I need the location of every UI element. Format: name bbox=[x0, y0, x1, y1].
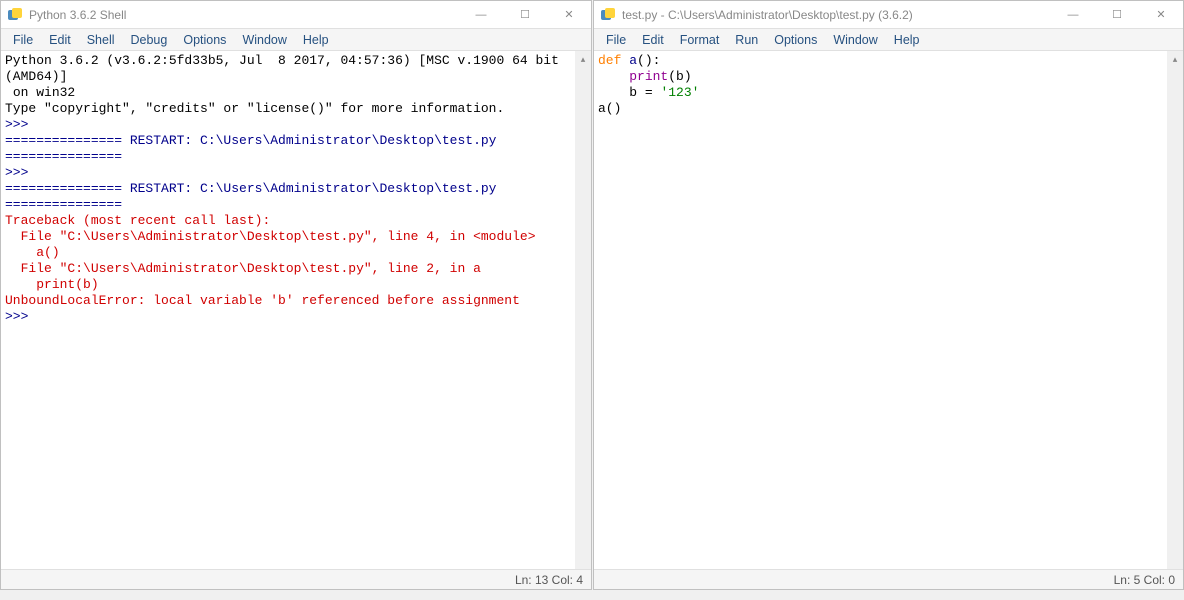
menu-item-format[interactable]: Format bbox=[672, 33, 728, 47]
shell-line: Type "copyright", "credits" or "license(… bbox=[5, 101, 587, 117]
menu-item-help[interactable]: Help bbox=[886, 33, 928, 47]
code-text: a() bbox=[598, 101, 621, 116]
menu-item-run[interactable]: Run bbox=[727, 33, 766, 47]
code-text: b = bbox=[598, 85, 660, 100]
python-shell-window: Python 3.6.2 Shell — ☐ ✕ FileEditShellDe… bbox=[0, 0, 592, 590]
menu-item-options[interactable]: Options bbox=[766, 33, 825, 47]
window-title: test.py - C:\Users\Administrator\Desktop… bbox=[622, 8, 1051, 22]
close-button[interactable]: ✕ bbox=[1139, 1, 1183, 29]
shell-line: UnboundLocalError: local variable 'b' re… bbox=[5, 293, 587, 309]
titlebar[interactable]: test.py - C:\Users\Administrator\Desktop… bbox=[594, 1, 1183, 29]
shell-content[interactable]: Python 3.6.2 (v3.6.2:5fd33b5, Jul 8 2017… bbox=[1, 51, 591, 569]
shell-line: Traceback (most recent call last): bbox=[5, 213, 587, 229]
menu-item-file[interactable]: File bbox=[598, 33, 634, 47]
shell-line: =============== RESTART: C:\Users\Admini… bbox=[5, 181, 587, 213]
string-literal: '123' bbox=[660, 85, 699, 100]
menu-item-help[interactable]: Help bbox=[295, 33, 337, 47]
editor-content[interactable]: def a(): print(b) b = '123' a() ▴ bbox=[594, 51, 1183, 569]
shell-line: =============== RESTART: C:\Users\Admini… bbox=[5, 133, 587, 165]
scrollbar-vertical[interactable]: ▴ bbox=[1167, 51, 1183, 569]
window-title: Python 3.6.2 Shell bbox=[29, 8, 459, 22]
builtin-print: print bbox=[629, 69, 668, 84]
keyword-def: def bbox=[598, 53, 621, 68]
menu-item-shell[interactable]: Shell bbox=[79, 33, 123, 47]
shell-line: >>> bbox=[5, 309, 587, 325]
close-button[interactable]: ✕ bbox=[547, 1, 591, 29]
menu-item-file[interactable]: File bbox=[5, 33, 41, 47]
shell-line: File "C:\Users\Administrator\Desktop\tes… bbox=[5, 229, 587, 245]
menu-item-edit[interactable]: Edit bbox=[41, 33, 79, 47]
window-controls: — ☐ ✕ bbox=[459, 1, 591, 29]
shell-line: a() bbox=[5, 245, 587, 261]
scroll-up-icon[interactable]: ▴ bbox=[1167, 51, 1183, 67]
function-name: a bbox=[621, 53, 637, 68]
statusbar: Ln: 13 Col: 4 bbox=[1, 569, 591, 589]
statusbar: Ln: 5 Col: 0 bbox=[594, 569, 1183, 589]
shell-line: >>> bbox=[5, 117, 587, 133]
python-icon bbox=[600, 7, 616, 23]
menu-item-window[interactable]: Window bbox=[825, 33, 885, 47]
shell-line: print(b) bbox=[5, 277, 587, 293]
code-text: (): bbox=[637, 53, 660, 68]
window-controls: — ☐ ✕ bbox=[1051, 1, 1183, 29]
scrollbar-vertical[interactable]: ▴ bbox=[575, 51, 591, 569]
minimize-button[interactable]: — bbox=[1051, 1, 1095, 29]
cursor-position: Ln: 5 Col: 0 bbox=[1114, 573, 1175, 587]
menu-item-debug[interactable]: Debug bbox=[123, 33, 176, 47]
scroll-up-icon[interactable]: ▴ bbox=[575, 51, 591, 67]
shell-line: >>> bbox=[5, 165, 587, 181]
cursor-position: Ln: 13 Col: 4 bbox=[515, 573, 583, 587]
code-text bbox=[598, 69, 629, 84]
titlebar[interactable]: Python 3.6.2 Shell — ☐ ✕ bbox=[1, 1, 591, 29]
maximize-button[interactable]: ☐ bbox=[1095, 1, 1139, 29]
shell-line: on win32 bbox=[5, 85, 587, 101]
menu-item-window[interactable]: Window bbox=[234, 33, 294, 47]
minimize-button[interactable]: — bbox=[459, 1, 503, 29]
shell-line: Python 3.6.2 (v3.6.2:5fd33b5, Jul 8 2017… bbox=[5, 53, 587, 85]
editor-window: test.py - C:\Users\Administrator\Desktop… bbox=[593, 0, 1184, 590]
python-icon bbox=[7, 7, 23, 23]
menu-item-edit[interactable]: Edit bbox=[634, 33, 672, 47]
menu-item-options[interactable]: Options bbox=[175, 33, 234, 47]
maximize-button[interactable]: ☐ bbox=[503, 1, 547, 29]
menubar: FileEditFormatRunOptionsWindowHelp bbox=[594, 29, 1183, 51]
menubar: FileEditShellDebugOptionsWindowHelp bbox=[1, 29, 591, 51]
shell-line: File "C:\Users\Administrator\Desktop\tes… bbox=[5, 261, 587, 277]
code-text: (b) bbox=[668, 69, 691, 84]
